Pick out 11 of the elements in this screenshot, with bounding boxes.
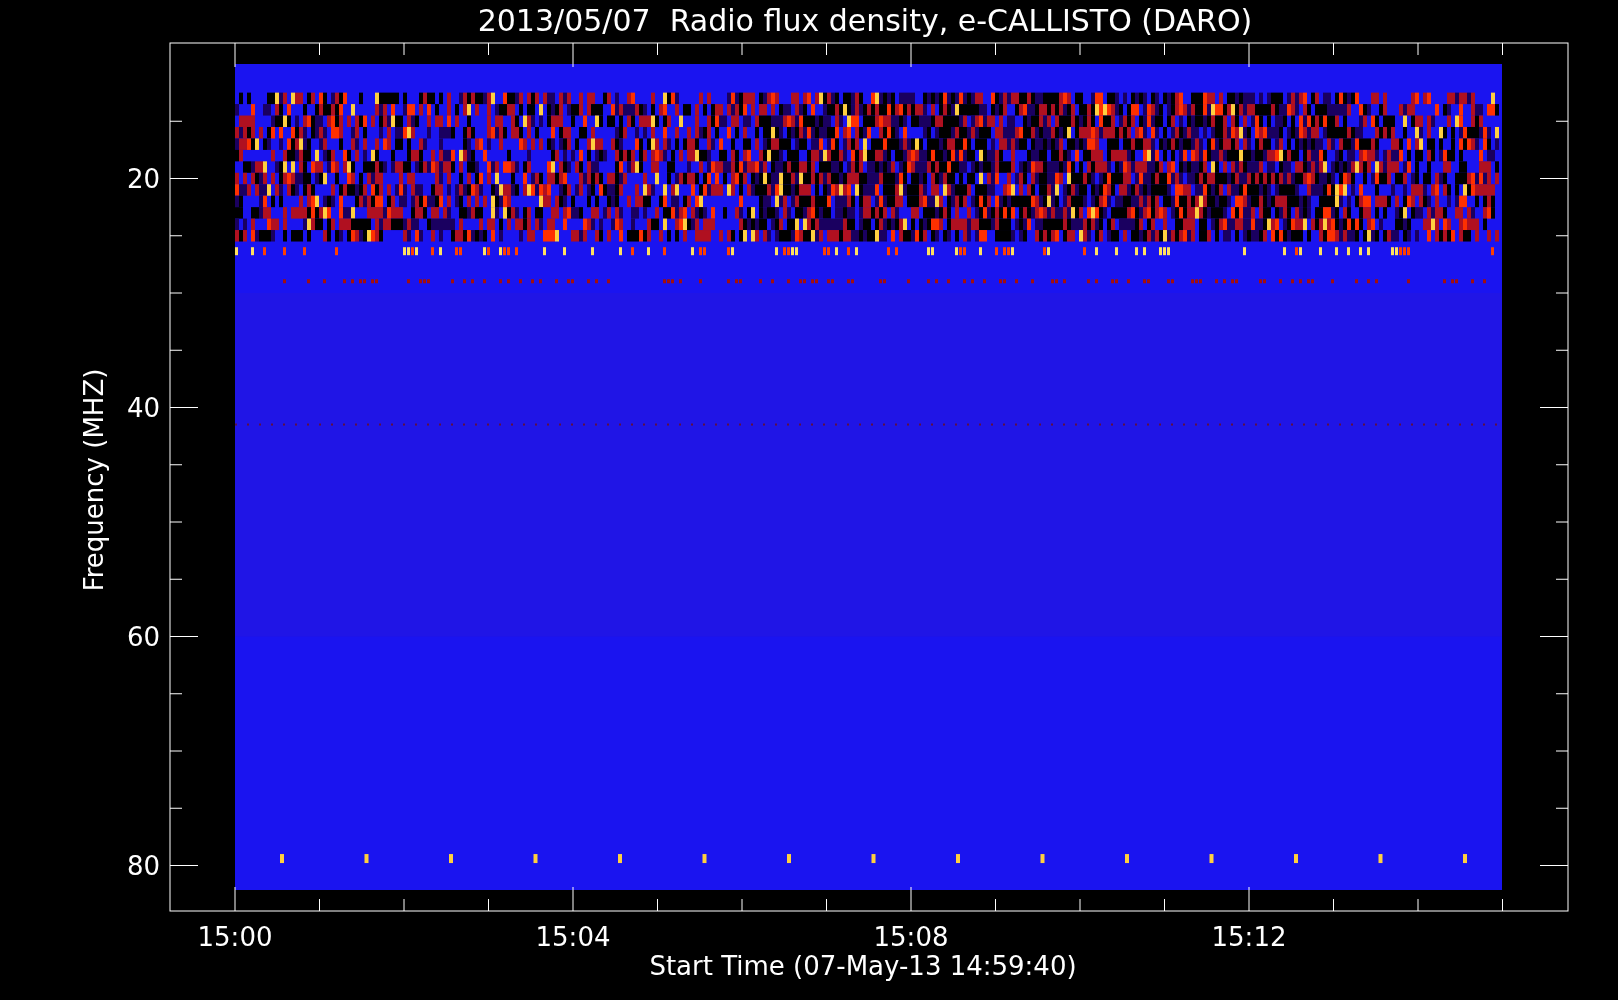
tick-label: 40 [126, 392, 160, 423]
tick-label: 15:08 [873, 922, 949, 952]
tick-label: 15:04 [535, 922, 611, 952]
tick-label: 20 [126, 163, 160, 194]
tick-label: 15:00 [197, 922, 273, 952]
tick-label: 80 [126, 850, 160, 881]
tick-label: 15:12 [1211, 922, 1287, 952]
tick-label: 60 [126, 621, 160, 652]
axis-label: Frequency (MHZ) [79, 368, 109, 592]
plot-title: 2013/05/07 Radio flux density, e-CALLISTO (DARO) [477, 3, 1253, 38]
axis-label: Start Time (07-May-13 14:59:40) [649, 951, 1077, 981]
